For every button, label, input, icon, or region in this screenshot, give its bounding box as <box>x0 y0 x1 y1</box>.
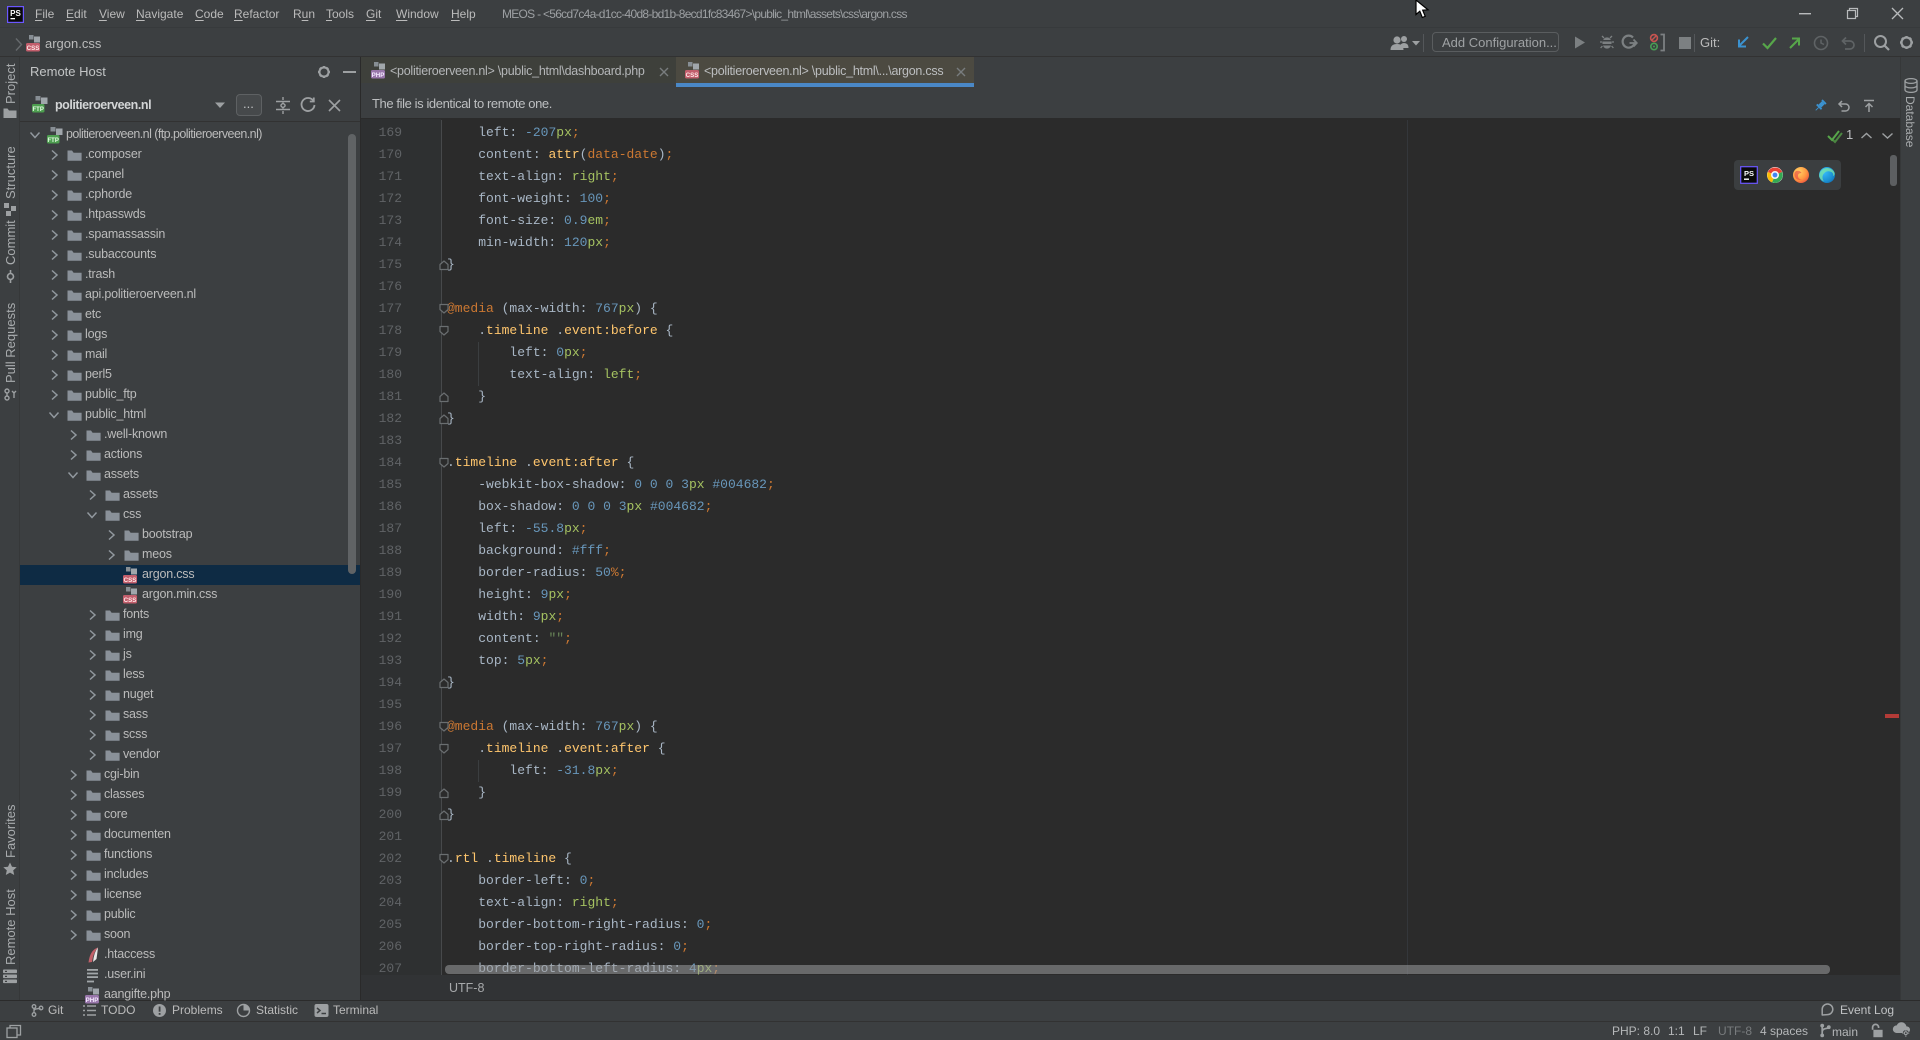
svg-text:CSS: CSS <box>124 597 137 604</box>
svg-text:CSS: CSS <box>27 45 40 52</box>
svg-text:PS: PS <box>10 9 21 18</box>
svg-text:CSS: CSS <box>124 577 137 584</box>
svg-text:FTP: FTP <box>48 138 59 144</box>
svg-text:CSS: CSS <box>686 72 699 79</box>
svg-text:PHP: PHP <box>372 72 385 79</box>
svg-text:PS: PS <box>1744 169 1754 178</box>
svg-text:FTP: FTP <box>33 107 44 113</box>
